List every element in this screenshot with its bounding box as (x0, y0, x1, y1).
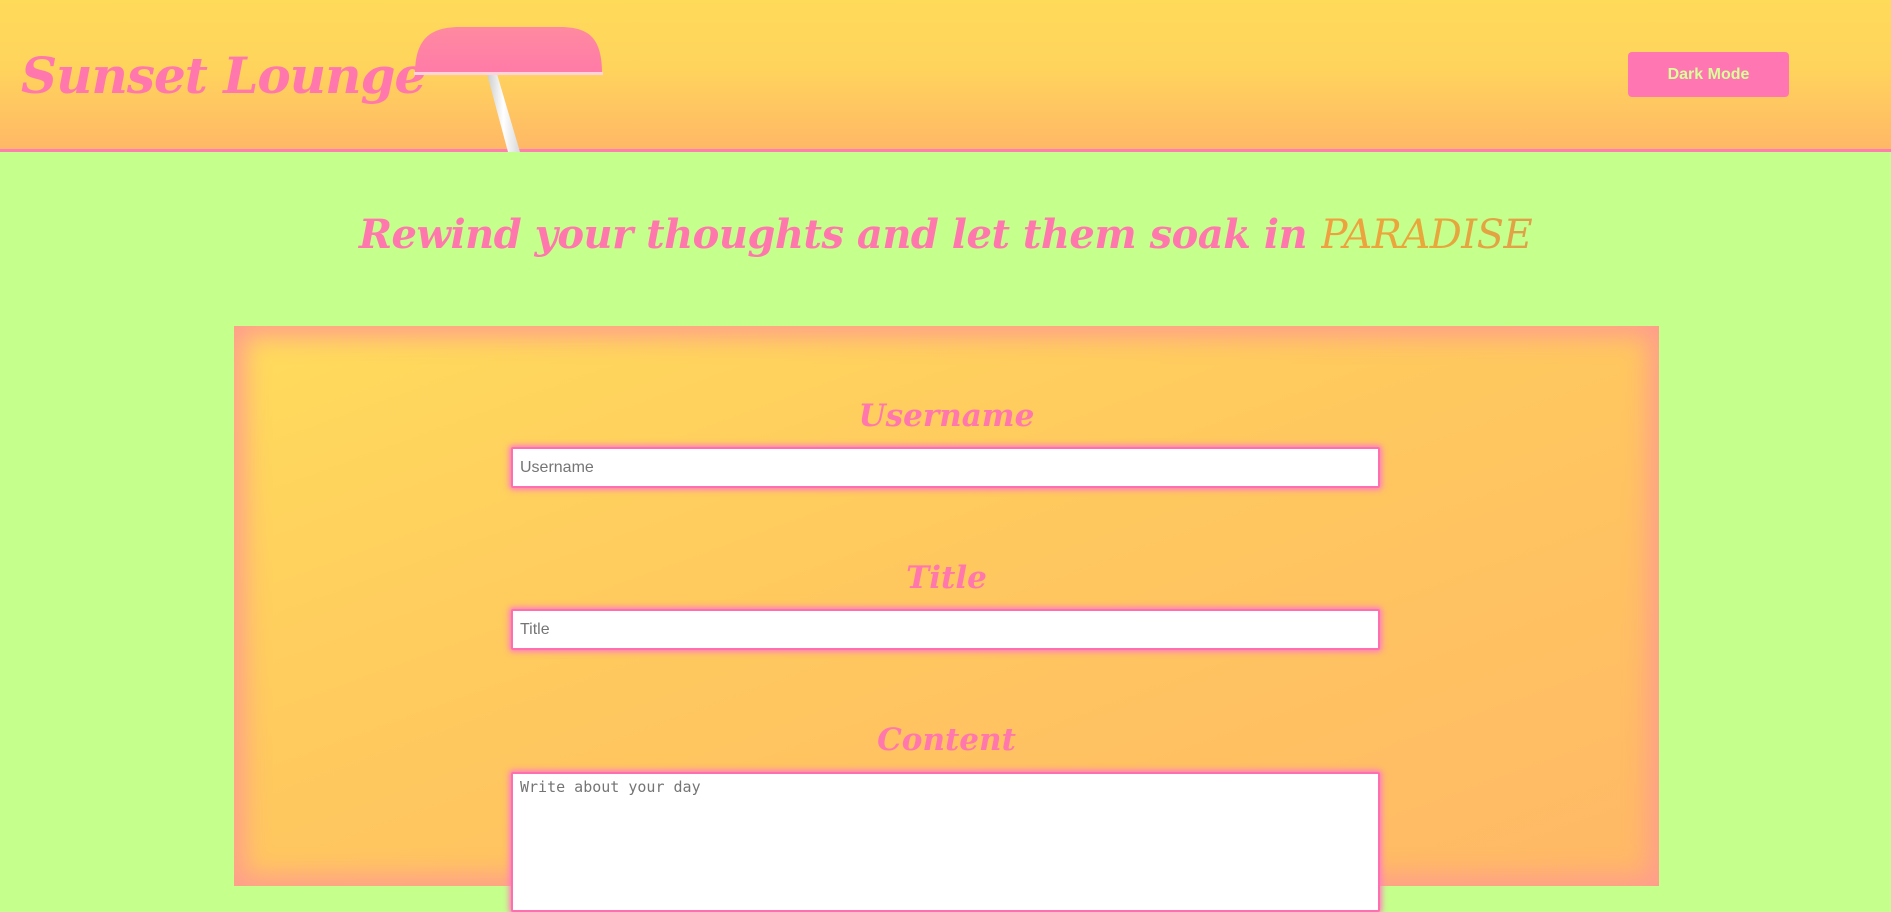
tagline-highlight: PARADISE (1320, 212, 1533, 258)
title-label: Title (906, 560, 987, 596)
dark-mode-button[interactable]: Dark Mode (1628, 52, 1789, 97)
content-textarea[interactable] (511, 772, 1380, 912)
beach-umbrella-icon (414, 27, 603, 152)
tagline: Rewind your thoughts and let them soak i… (0, 205, 1891, 265)
content-label: Content (877, 722, 1016, 758)
username-input[interactable] (511, 447, 1380, 488)
title-input[interactable] (511, 609, 1380, 650)
post-form: Username Title Content (234, 326, 1659, 912)
site-title: Sunset Lounge (21, 46, 426, 105)
site-header: Sunset Lounge Dark Mode (0, 0, 1891, 152)
username-label: Username (858, 398, 1035, 434)
tagline-text: Rewind your thoughts and let them soak i… (358, 211, 1321, 258)
